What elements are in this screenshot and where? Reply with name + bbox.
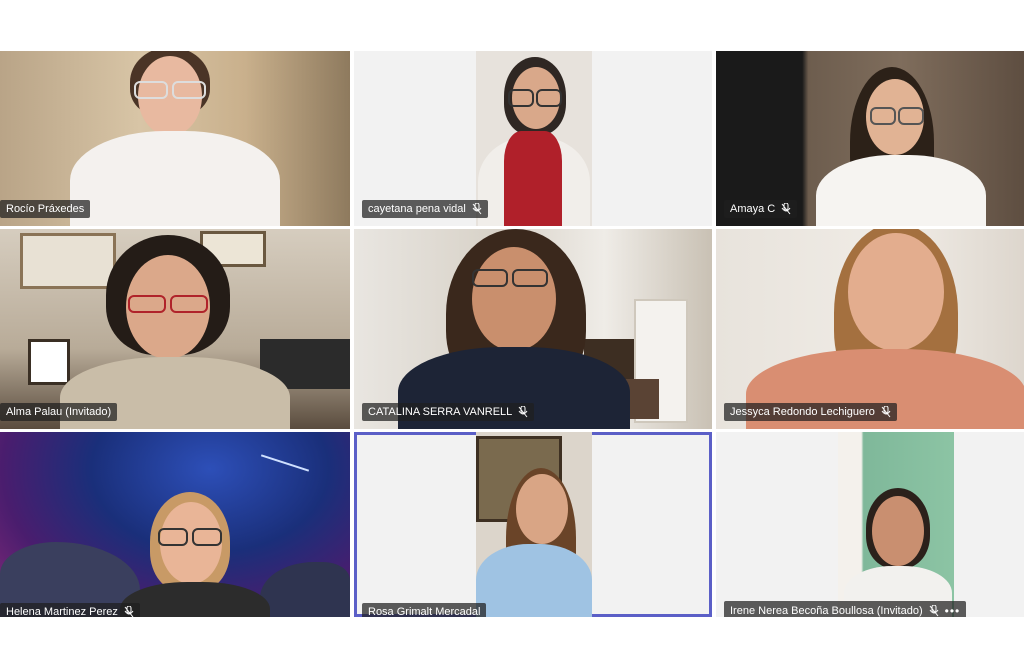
participant-name-tag: cayetana pena vidal xyxy=(362,200,488,218)
video-grid: Rocío Práxedes cayetana pena vidal Amaya… xyxy=(0,51,1024,617)
participant-tile[interactable]: Helena Martinez Perez xyxy=(0,432,350,617)
mic-off-icon xyxy=(781,203,791,215)
participant-tile[interactable]: Jessyca Redondo Lechiguero xyxy=(716,229,1024,429)
participant-name: Rosa Grimalt Mercadal xyxy=(368,606,481,617)
participant-name: Alma Palau (Invitado) xyxy=(6,406,112,418)
participant-name-tag: CATALINA SERRA VANRELL xyxy=(362,403,535,421)
mic-off-icon xyxy=(518,406,528,418)
participant-name: Irene Nerea Becoña Boullosa (Invitado) xyxy=(730,605,923,617)
participant-name-tag: Helena Martinez Perez xyxy=(0,603,140,617)
participant-name: Helena Martinez Perez xyxy=(6,606,118,617)
participant-name-tag: Rosa Grimalt Mercadal xyxy=(362,603,487,617)
participant-video xyxy=(716,229,1024,429)
participant-video xyxy=(0,229,350,429)
participant-tile[interactable]: cayetana pena vidal xyxy=(354,51,712,226)
mic-off-icon xyxy=(881,406,891,418)
participant-tile-active[interactable]: Rosa Grimalt Mercadal xyxy=(354,432,712,617)
participant-name-tag: Alma Palau (Invitado) xyxy=(0,403,118,421)
mic-off-icon xyxy=(124,606,134,617)
participant-video xyxy=(0,432,350,617)
participant-tile[interactable]: Alma Palau (Invitado) xyxy=(0,229,350,429)
more-options-icon[interactable]: ••• xyxy=(945,604,961,617)
participant-name-tag: Rocío Práxedes xyxy=(0,200,91,218)
participant-name: cayetana pena vidal xyxy=(368,203,466,215)
participant-video xyxy=(838,432,954,617)
participant-tile[interactable]: Rocío Práxedes xyxy=(0,51,350,226)
participant-video xyxy=(476,51,592,226)
participant-video xyxy=(476,432,592,617)
participant-name: Rocío Práxedes xyxy=(6,203,85,215)
participant-tile[interactable]: Amaya C xyxy=(716,51,1024,226)
participant-name-tag: Jessyca Redondo Lechiguero xyxy=(724,403,897,421)
participant-name: Jessyca Redondo Lechiguero xyxy=(730,406,875,418)
participant-name-tag: Amaya C xyxy=(724,200,798,218)
participant-tile[interactable]: Irene Nerea Becoña Boullosa (Invitado) •… xyxy=(716,432,1024,617)
mic-off-icon xyxy=(472,203,482,215)
participant-tile[interactable]: CATALINA SERRA VANRELL xyxy=(354,229,712,429)
participant-name-tag: Irene Nerea Becoña Boullosa (Invitado) •… xyxy=(724,601,967,617)
participant-name: CATALINA SERRA VANRELL xyxy=(368,406,513,418)
participant-name: Amaya C xyxy=(730,203,776,215)
mic-off-icon xyxy=(929,605,939,617)
participant-video xyxy=(354,229,712,429)
